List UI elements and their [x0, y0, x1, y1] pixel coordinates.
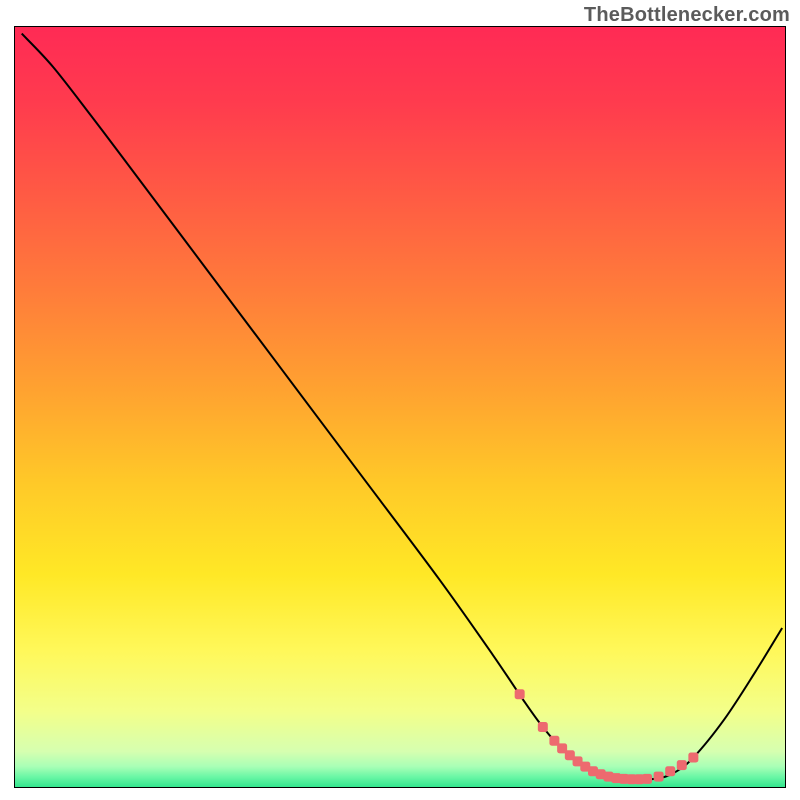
optimal-marker — [538, 722, 548, 732]
optimal-marker — [665, 766, 675, 776]
optimal-marker — [642, 774, 652, 784]
bottleneck-chart: TheBottlenecker.com — [0, 0, 800, 800]
chart-canvas — [14, 26, 786, 788]
optimal-marker — [515, 689, 525, 699]
optimal-marker — [654, 772, 664, 782]
gradient-background — [14, 26, 786, 788]
attribution-label: TheBottlenecker.com — [584, 4, 790, 27]
optimal-marker — [688, 753, 698, 763]
optimal-marker — [677, 760, 687, 770]
